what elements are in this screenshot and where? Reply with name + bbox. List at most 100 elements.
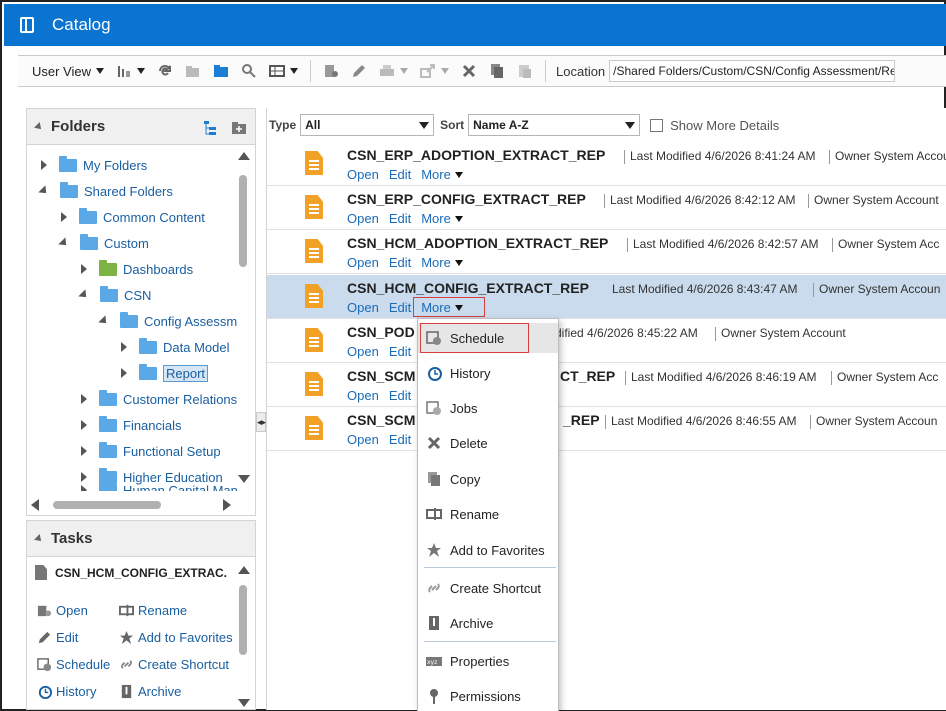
tree-item-dashboards[interactable]: Dashboards xyxy=(81,257,193,281)
tree-item-functional-setup[interactable]: Functional Setup xyxy=(81,439,221,463)
expand-icon[interactable] xyxy=(81,394,87,404)
task-rename[interactable]: Rename xyxy=(119,603,187,618)
panel-splitter-handle[interactable]: ◂▸ xyxy=(256,412,266,432)
menu-item-jobs[interactable]: Jobs xyxy=(418,393,558,423)
item-name[interactable]: CSN_HCM_CONFIG_EXTRACT_REP xyxy=(347,280,589,296)
tasks-panel-header[interactable]: Tasks xyxy=(27,521,255,557)
item-name[interactable]: CSN_ERP_CONFIG_EXTRACT_REP xyxy=(347,191,586,207)
collapse-icon[interactable] xyxy=(34,121,44,132)
item-name[interactable]: CSN_ERP_ADOPTION_EXTRACT_REP xyxy=(347,147,605,163)
location-field[interactable]: /Shared Folders/Custom/CSN/Config Assess… xyxy=(609,60,896,82)
menu-item-copy[interactable]: Copy xyxy=(418,464,558,494)
menu-item-history[interactable]: History xyxy=(418,358,558,388)
more-menu-button[interactable]: More xyxy=(421,255,463,270)
menu-item-archive[interactable]: Archive xyxy=(418,608,558,638)
menu-item-permissions[interactable]: Permissions xyxy=(418,681,558,711)
expand-icon[interactable] xyxy=(81,264,87,274)
scrollbar-thumb[interactable] xyxy=(239,175,247,267)
edit-link[interactable]: Edit xyxy=(389,167,411,182)
item-name[interactable]: CSN_HCM_ADOPTION_EXTRACT_REP xyxy=(347,235,608,251)
folders-vertical-scrollbar[interactable] xyxy=(237,149,250,485)
expand-icon[interactable] xyxy=(81,472,87,482)
edit-button[interactable] xyxy=(345,56,373,86)
list-item[interactable]: CSN_POD dified 4/6/2026 8:45:22 AM Owner… xyxy=(267,319,946,363)
tree-item-config-assessment[interactable]: Config Assessme xyxy=(98,309,237,333)
tree-item-custom[interactable]: Custom xyxy=(58,231,149,255)
new-folder-button[interactable] xyxy=(179,56,207,86)
view-options-button[interactable] xyxy=(110,56,151,86)
open-link[interactable]: Open xyxy=(347,300,379,315)
expand-icon[interactable] xyxy=(61,212,67,222)
expand-icon[interactable] xyxy=(81,420,87,430)
tree-item-common-content[interactable]: Common Content xyxy=(61,205,205,229)
scroll-down-icon[interactable] xyxy=(238,699,250,707)
search-button[interactable] xyxy=(235,56,263,86)
task-create-shortcut[interactable]: Create Shortcut xyxy=(119,657,229,672)
list-item[interactable]: CSN_ERP_ADOPTION_EXTRACT_REP Last Modifi… xyxy=(267,142,946,186)
task-archive[interactable]: Archive xyxy=(119,684,181,699)
expand-icon[interactable] xyxy=(81,485,87,491)
item-name[interactable]: CSN_SCM xyxy=(347,412,415,428)
list-item[interactable]: CSN_ERP_CONFIG_EXTRACT_REP Last Modified… xyxy=(267,186,946,230)
scroll-up-icon[interactable] xyxy=(238,152,250,160)
user-view-menu[interactable]: User View xyxy=(18,56,110,86)
task-history[interactable]: History xyxy=(37,684,96,699)
delete-button[interactable] xyxy=(455,56,483,86)
item-name[interactable]: CSN_SCM xyxy=(347,368,415,384)
tree-item-customer-relations[interactable]: Customer Relationsl xyxy=(81,387,237,411)
collapse-icon[interactable] xyxy=(98,315,110,327)
more-menu-button[interactable]: More xyxy=(421,211,463,226)
folders-horizontal-scrollbar[interactable] xyxy=(31,499,231,511)
tree-item-financials[interactable]: Financials xyxy=(81,413,182,437)
tasks-vertical-scrollbar[interactable] xyxy=(237,563,250,709)
scroll-right-icon[interactable] xyxy=(223,499,231,511)
more-menu-button[interactable]: More xyxy=(421,167,463,182)
menu-item-add-to-favorites[interactable]: Add to Favorites xyxy=(418,535,558,565)
open-link[interactable]: Open xyxy=(347,388,379,403)
scrollbar-thumb[interactable] xyxy=(53,501,161,509)
edit-link[interactable]: Edit xyxy=(389,388,411,403)
expand-icon[interactable] xyxy=(121,368,127,378)
task-add-to-favorites[interactable]: Add to Favorites xyxy=(119,630,233,645)
paste-button[interactable] xyxy=(511,56,539,86)
task-open[interactable]: Open xyxy=(37,603,88,618)
tree-item-csn[interactable]: CSN xyxy=(78,283,151,307)
expand-icon[interactable] xyxy=(121,342,127,352)
item-name[interactable]: CSN_POD xyxy=(347,324,415,340)
scroll-down-icon[interactable] xyxy=(238,475,250,483)
collapse-icon[interactable] xyxy=(38,185,50,197)
list-item[interactable]: CSN_HCM_ADOPTION_EXTRACT_REP Last Modifi… xyxy=(267,230,946,274)
show-more-details-checkbox[interactable] xyxy=(650,118,664,132)
open-link[interactable]: Open xyxy=(347,167,379,182)
folders-panel-header[interactable]: Folders xyxy=(27,109,255,145)
edit-link[interactable]: Edit xyxy=(389,344,411,359)
tree-item-my-folders[interactable]: My Folders xyxy=(41,153,147,177)
run-button[interactable] xyxy=(317,56,345,86)
new-folder-icon[interactable] xyxy=(231,120,247,136)
menu-item-delete[interactable]: Delete xyxy=(418,428,558,458)
refresh-button[interactable] xyxy=(151,56,179,86)
expand-icon[interactable] xyxy=(41,160,47,170)
edit-link[interactable]: Edit xyxy=(389,255,411,270)
collapse-icon[interactable] xyxy=(58,237,70,249)
open-link[interactable]: Open xyxy=(347,211,379,226)
edit-link[interactable]: Edit xyxy=(389,211,411,226)
open-link[interactable]: Open xyxy=(347,344,379,359)
expand-icon[interactable] xyxy=(81,446,87,456)
export-button[interactable] xyxy=(414,56,455,86)
print-button[interactable] xyxy=(373,56,414,86)
scroll-up-icon[interactable] xyxy=(238,566,250,574)
scrollbar-thumb[interactable] xyxy=(239,585,247,655)
copy-button[interactable] xyxy=(483,56,511,86)
open-folder-button[interactable] xyxy=(207,56,235,86)
tree-item-shared-folders[interactable]: Shared Folders xyxy=(38,179,173,203)
tree-view-icon[interactable] xyxy=(203,120,219,136)
tree-item-data-model[interactable]: Data Model xyxy=(121,335,229,359)
edit-link[interactable]: Edit xyxy=(389,300,411,315)
tree-item-human-capital[interactable]: Human Capital Man xyxy=(81,483,237,491)
type-select[interactable]: All xyxy=(300,114,435,136)
sort-select[interactable]: Name A-Z xyxy=(468,114,641,136)
list-item-selected[interactable]: CSN_HCM_CONFIG_EXTRACT_REP Last Modified… xyxy=(267,275,946,319)
menu-item-create-shortcut[interactable]: Create Shortcut xyxy=(418,573,558,603)
edit-link[interactable]: Edit xyxy=(389,432,411,447)
